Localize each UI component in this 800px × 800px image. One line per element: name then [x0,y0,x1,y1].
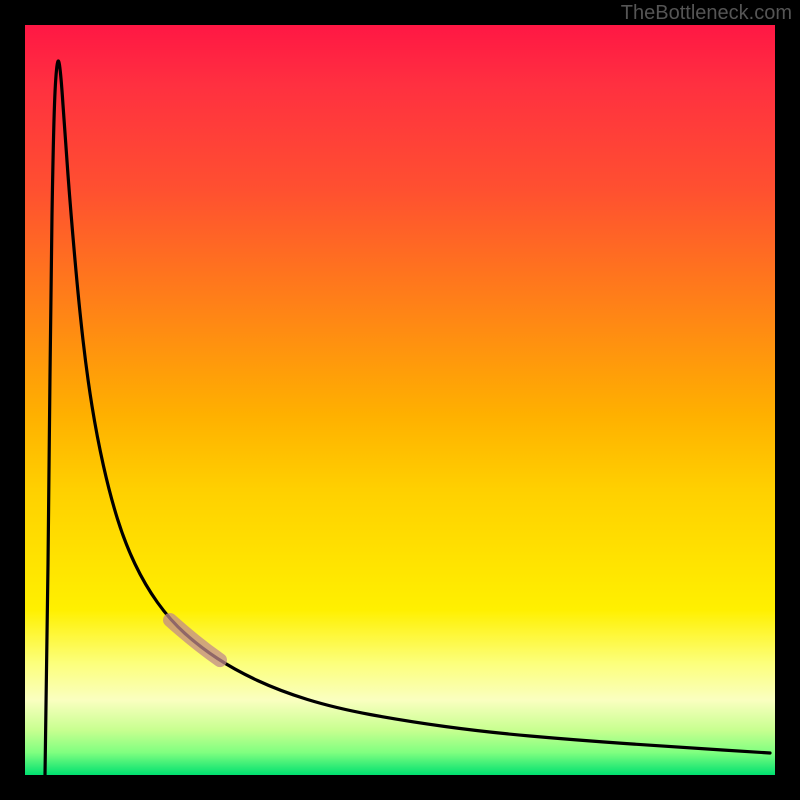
watermark-text: TheBottleneck.com [621,2,792,25]
bottleneck-curve-svg [25,25,775,775]
bottleneck-curve-highlight [170,620,220,660]
bottleneck-curve-path [45,61,770,775]
chart-plot-area [25,25,775,775]
